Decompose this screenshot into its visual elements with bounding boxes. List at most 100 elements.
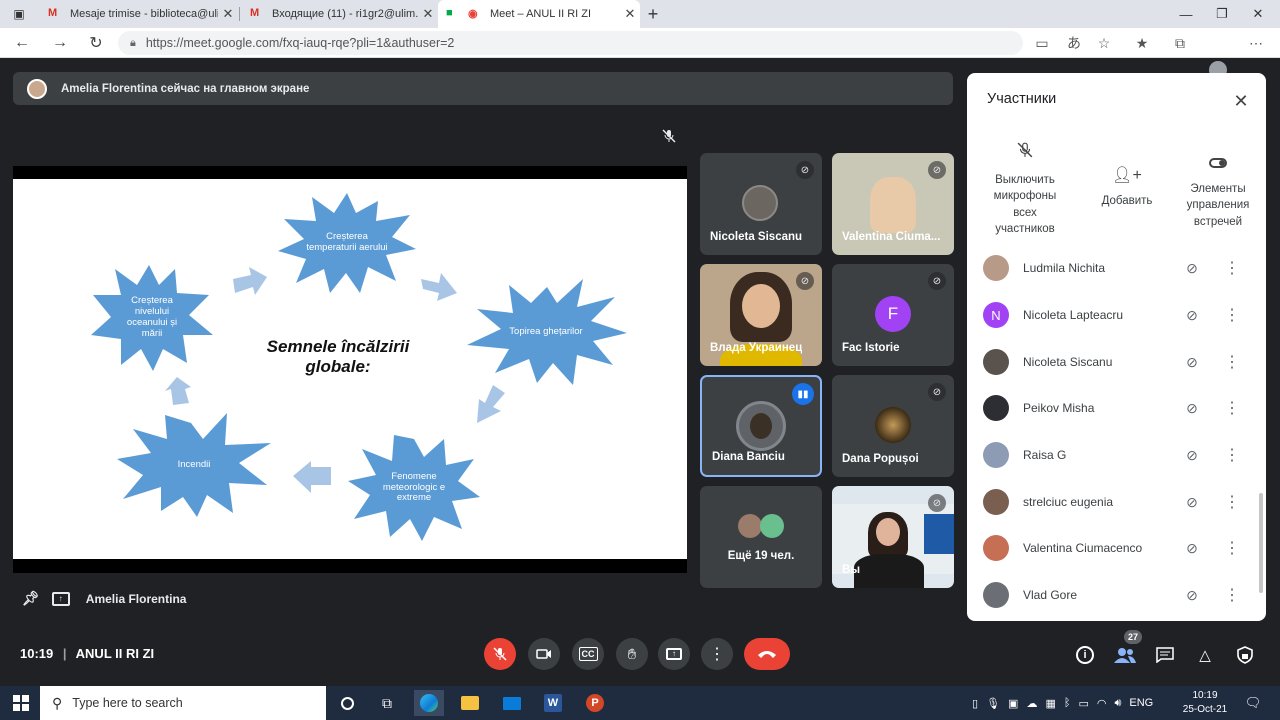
tab-gmail-sent[interactable]: M Mesaje trimise - biblioteca@ulim ✕ <box>38 0 238 28</box>
participant-tile[interactable]: ⊘ Влада Украинец <box>700 264 822 366</box>
burst-fires: Incendii <box>117 413 271 517</box>
list-item[interactable]: Valentina Ciumacenco ⊘ ⋮ <box>967 525 1266 571</box>
tab-actions-icon[interactable]: ▣ <box>10 5 28 23</box>
toggle-icon <box>1175 153 1261 175</box>
maximize-icon[interactable]: ❐ <box>1204 0 1240 28</box>
more-vert-icon[interactable]: ⋮ <box>1222 585 1242 605</box>
pin-icon[interactable]: 📌︎ <box>22 590 40 607</box>
mail-icon[interactable] <box>497 690 527 716</box>
hand-icon: ✋︎ <box>627 645 637 663</box>
close-tab-icon[interactable]: ✕ <box>620 6 640 22</box>
list-item[interactable]: Raisa G ⊘ ⋮ <box>967 432 1266 478</box>
taskbar-clock[interactable]: 10:19 25-Oct-21 <box>1180 689 1230 716</box>
chat-button[interactable] <box>1152 642 1178 668</box>
end-call-icon <box>758 651 776 658</box>
list-item[interactable]: Vlad Gore ⊘ ⋮ <box>967 572 1266 618</box>
task-view-icon[interactable]: ⧉ <box>372 690 402 716</box>
mic-toggle-button[interactable] <box>484 638 516 670</box>
battery-icon[interactable]: ▭ <box>1078 697 1088 710</box>
more-options-button[interactable]: ⋮ <box>701 638 733 670</box>
leave-call-button[interactable] <box>744 638 790 670</box>
more-vert-icon[interactable]: ⋮ <box>1222 538 1242 558</box>
file-explorer-icon[interactable] <box>455 690 485 716</box>
volume-icon[interactable]: 🔊︎ <box>1114 697 1121 710</box>
notifications-icon[interactable]: 🗨︎ <box>1242 692 1264 714</box>
list-item[interactable]: strelciuc eugenia ⊘ ⋮ <box>967 479 1266 525</box>
list-item[interactable]: Nicoleta Siscanu ⊘ ⋮ <box>967 339 1266 385</box>
info-icon: i <box>1076 646 1094 664</box>
tab-meet[interactable]: ■ ◉ Meet – ANUL II RI ZI ✕ <box>438 0 640 28</box>
reload-icon[interactable]: ↻ <box>84 31 108 55</box>
participant-tile[interactable]: ⊘ Dana Popușoi <box>832 375 954 477</box>
mic-off-icon: ⊘ <box>1186 399 1198 416</box>
add-favorite-icon[interactable]: ☆ <box>1092 31 1116 55</box>
windows-start-icon[interactable] <box>8 690 34 716</box>
list-item[interactable]: N Nicoleta Lapteacru ⊘ ⋮ <box>967 292 1266 338</box>
close-window-icon[interactable]: ✕ <box>1240 0 1276 28</box>
scrollbar[interactable] <box>1259 493 1263 593</box>
taskbar-search[interactable]: ⚲ Type here to search <box>40 686 326 720</box>
camera-button[interactable] <box>528 638 560 670</box>
mic-off-icon: ⊘ <box>796 272 814 290</box>
participant-tile[interactable]: ⊘ Valentina Ciuma... <box>832 153 954 255</box>
more-vert-icon[interactable]: ⋮ <box>1222 305 1242 325</box>
camera-tray-icon[interactable]: ▣ <box>1008 697 1018 710</box>
avatar <box>983 582 1009 608</box>
more-participants-tile[interactable]: Ещё 19 чел. <box>700 486 822 588</box>
back-icon[interactable]: ← <box>10 31 34 55</box>
mic-tray-icon[interactable]: 🎙︎ <box>986 697 1000 710</box>
more-vert-icon[interactable]: ⋮ <box>1222 492 1242 512</box>
add-people-button[interactable]: 👤︎+ Добавить <box>1091 165 1163 209</box>
mute-all-button[interactable]: Выключить микрофоны всех участников <box>985 141 1065 237</box>
close-icon[interactable]: ✕ <box>1229 89 1253 113</box>
close-tab-icon[interactable]: ✕ <box>218 6 238 22</box>
language-indicator[interactable]: ENG <box>1129 697 1153 709</box>
collections-icon[interactable]: ⧉ <box>1168 31 1192 55</box>
network-icon[interactable]: ◠ <box>1097 697 1107 710</box>
captions-icon: CC <box>578 647 598 661</box>
activities-button[interactable]: △ <box>1192 642 1218 668</box>
read-aloud-icon[interactable]: あ <box>1062 31 1086 55</box>
list-item[interactable]: Ludmila Nichita ⊘ ⋮ <box>967 245 1266 291</box>
minimize-icon[interactable]: — <box>1168 0 1204 28</box>
wifi-tray-icon[interactable]: ▦ <box>1045 697 1055 710</box>
participant-tile[interactable]: F ⊘ Fac Istorie <box>832 264 954 366</box>
more-icon[interactable]: ⋯ <box>1244 31 1268 55</box>
camera-in-use-icon[interactable]: ▭ <box>1030 31 1054 55</box>
meeting-details-button[interactable]: i <box>1072 642 1098 668</box>
camera-icon <box>536 649 551 659</box>
person-add-icon: 👤︎+ <box>1112 167 1142 184</box>
edge-icon[interactable] <box>414 690 444 716</box>
new-tab-icon[interactable]: + <box>642 3 664 25</box>
present-button[interactable]: ↑ <box>658 638 690 670</box>
forward-icon[interactable]: → <box>48 31 72 55</box>
raise-hand-button[interactable]: ✋︎ <box>616 638 648 670</box>
mic-off-icon <box>493 647 507 661</box>
avatar <box>983 489 1009 515</box>
tab-gmail-inbox[interactable]: M Входящие (11) - ri1gr2@ulim.m ✕ <box>240 0 438 28</box>
participant-tile-active-speaker[interactable]: ▮▮ Diana Banciu <box>700 375 822 477</box>
list-item[interactable]: Peikov Misha ⊘ ⋮ <box>967 385 1266 431</box>
captions-button[interactable]: CC <box>572 638 604 670</box>
self-tile[interactable]: ⊘ Вы <box>832 486 954 588</box>
shapes-icon: △ <box>1199 647 1211 664</box>
powerpoint-icon[interactable]: P <box>580 690 610 716</box>
more-vert-icon[interactable]: ⋮ <box>1222 445 1242 465</box>
word-icon[interactable]: W <box>538 690 568 716</box>
bluetooth-icon[interactable]: ᛒ <box>1064 697 1071 709</box>
host-controls-button[interactable] <box>1232 642 1258 668</box>
more-vert-icon[interactable]: ⋮ <box>1222 258 1242 278</box>
favorites-icon[interactable]: ★ <box>1130 31 1154 55</box>
url-field[interactable]: 🔒︎ https://meet.google.com/fxq-iauq-rqe?… <box>118 31 1023 55</box>
close-tab-icon[interactable]: ✕ <box>418 6 438 22</box>
meet-mic-tray-icon[interactable]: ▯ <box>972 697 978 710</box>
participant-tile[interactable]: ⊘ Nicoleta Siscanu <box>700 153 822 255</box>
meeting-controls-button[interactable]: Элементы управления встречей <box>1175 153 1261 230</box>
more-vert-icon[interactable]: ⋮ <box>1222 398 1242 418</box>
more-vert-icon[interactable]: ⋮ <box>1222 352 1242 372</box>
cortana-icon[interactable] <box>332 690 362 716</box>
people-button[interactable] <box>1112 642 1138 668</box>
mic-off-icon <box>660 127 678 145</box>
mic-off-icon: ⊘ <box>928 494 946 512</box>
onedrive-icon[interactable]: ☁ <box>1026 697 1037 710</box>
